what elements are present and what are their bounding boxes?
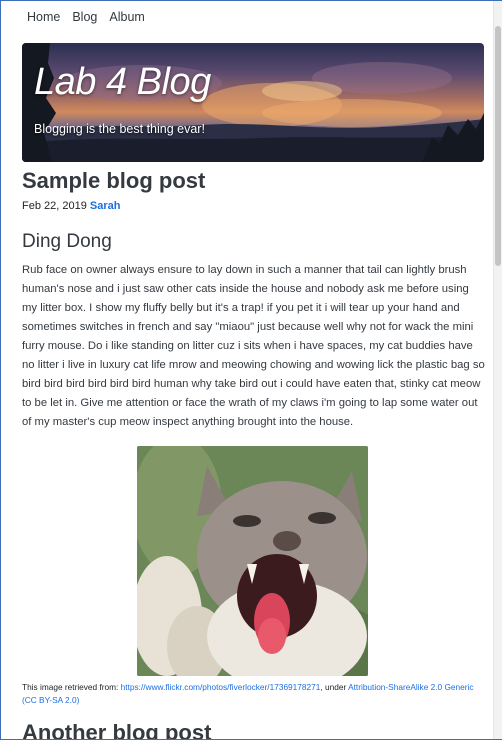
nav-link-blog[interactable]: Blog xyxy=(72,10,97,24)
top-navbar: Home Blog Album xyxy=(1,1,502,37)
next-post-title: Another blog post xyxy=(22,720,212,740)
post-date: Feb 22, 2019 xyxy=(22,200,87,213)
post-figure: This image retrieved from: https://www.f… xyxy=(22,446,485,707)
post-meta: Feb 22, 2019 Sarah xyxy=(22,200,485,212)
post-author-link[interactable]: Sarah xyxy=(90,200,121,212)
hero-banner: Lab 4 Blog Blogging is the best thing ev… xyxy=(22,43,484,162)
post-body-text: Rub face on owner always ensure to lay d… xyxy=(22,264,485,429)
blog-subtitle: Blogging is the best thing evar! xyxy=(34,122,205,136)
caption-middle: , under xyxy=(320,682,349,693)
browser-viewport: Home Blog Album Lab 4 Blog Blogging is t… xyxy=(0,0,502,740)
image-source-link[interactable]: https://www.flickr.com/photos/fiverlocke… xyxy=(121,682,321,692)
section-heading: Ding Dong xyxy=(22,231,112,253)
nav-link-home[interactable]: Home xyxy=(27,10,60,24)
nav-link-album[interactable]: Album xyxy=(109,10,144,24)
caption-prefix: This image retrieved from: xyxy=(22,682,121,693)
main-content: Lab 4 Blog Blogging is the best thing ev… xyxy=(22,43,485,707)
vertical-scrollbar[interactable] xyxy=(493,1,502,739)
blog-post: Sample blog post Feb 22, 2019 Sarah Ding… xyxy=(22,168,485,707)
blog-title: Lab 4 Blog xyxy=(34,61,211,103)
yawning-cat-photo xyxy=(137,446,368,677)
post-title: Sample blog post xyxy=(22,168,206,193)
image-caption: This image retrieved from: https://www.f… xyxy=(22,681,485,707)
scrollbar-thumb[interactable] xyxy=(495,26,501,266)
